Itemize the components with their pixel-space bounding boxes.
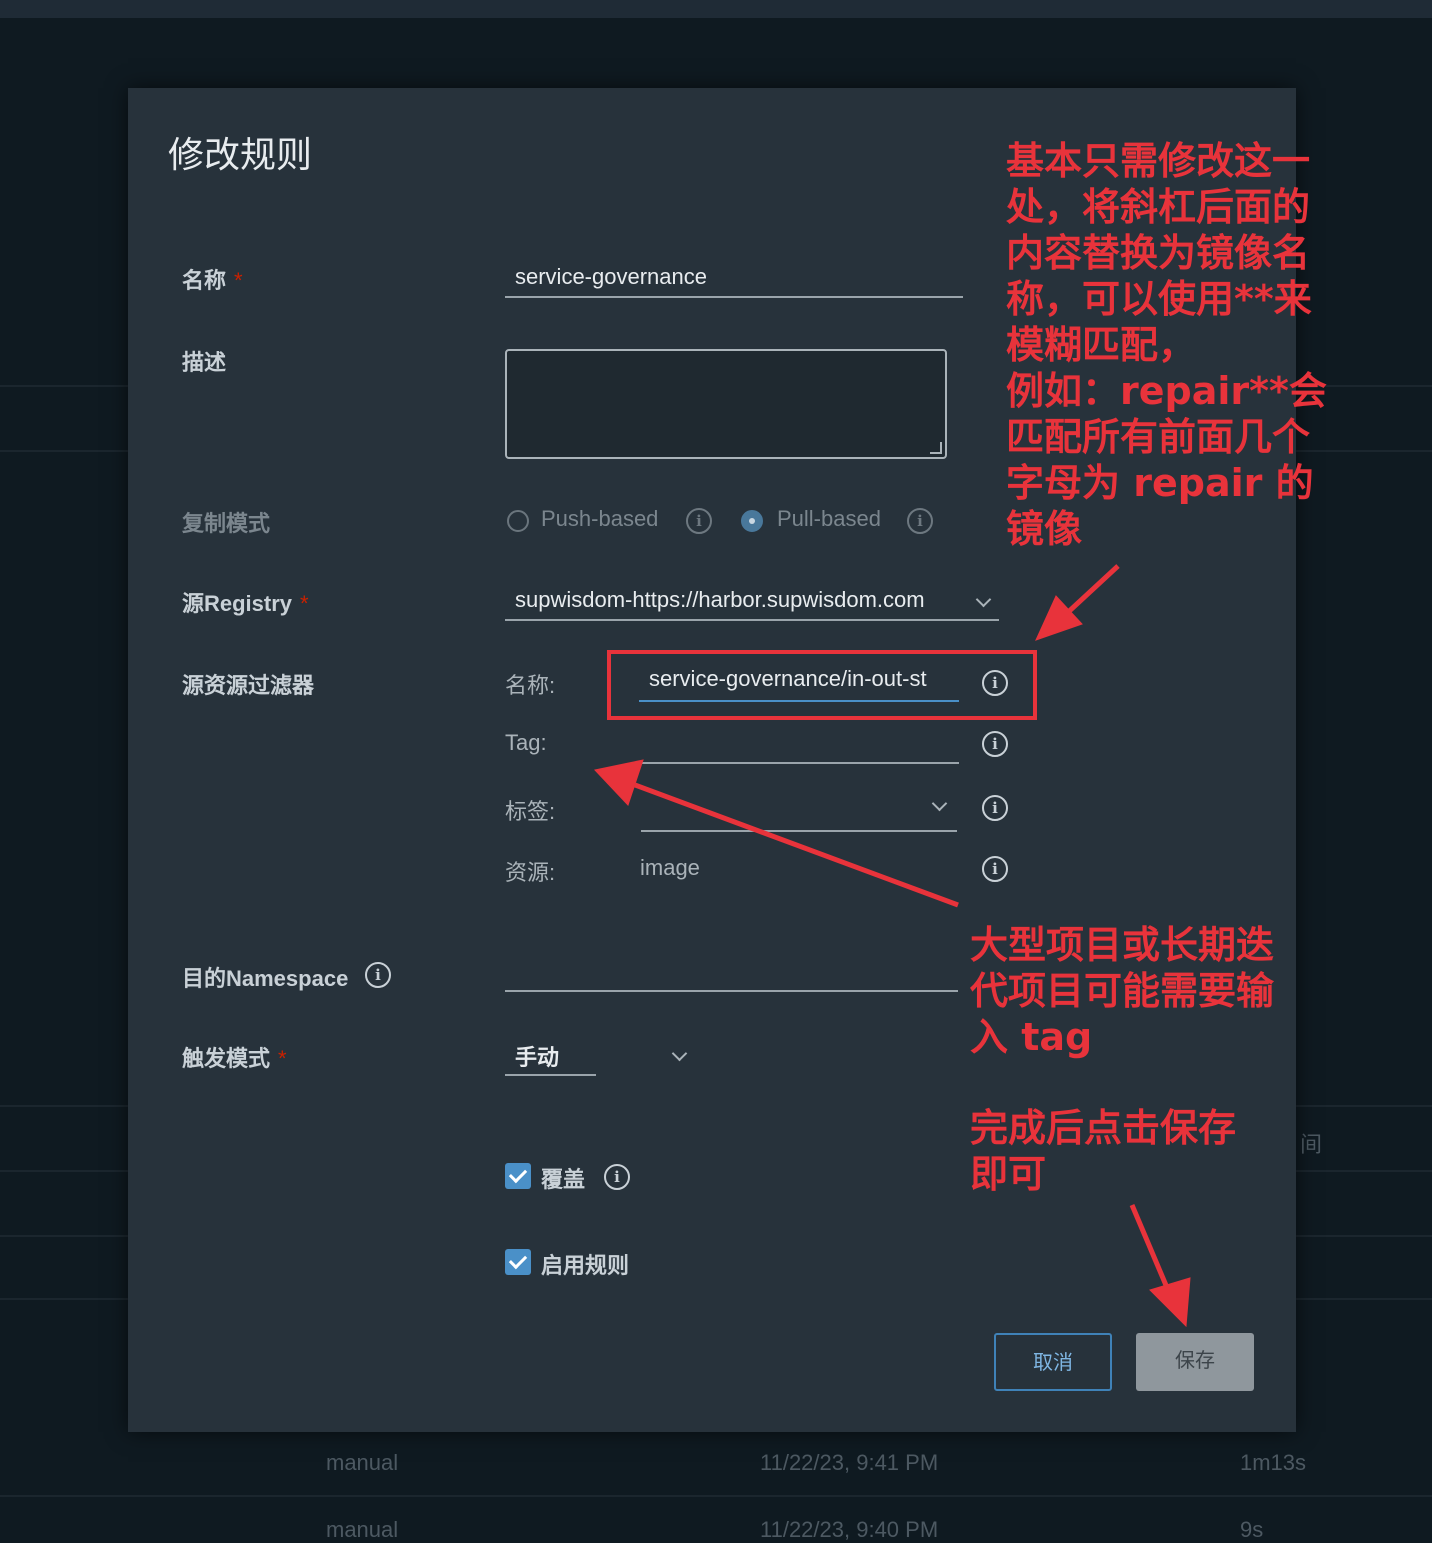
- arrow-icon: [594, 759, 959, 908]
- arrow-icon: [1035, 564, 1120, 641]
- annotation-arrows: [594, 564, 1191, 1328]
- arrow-icon: [1129, 1204, 1191, 1328]
